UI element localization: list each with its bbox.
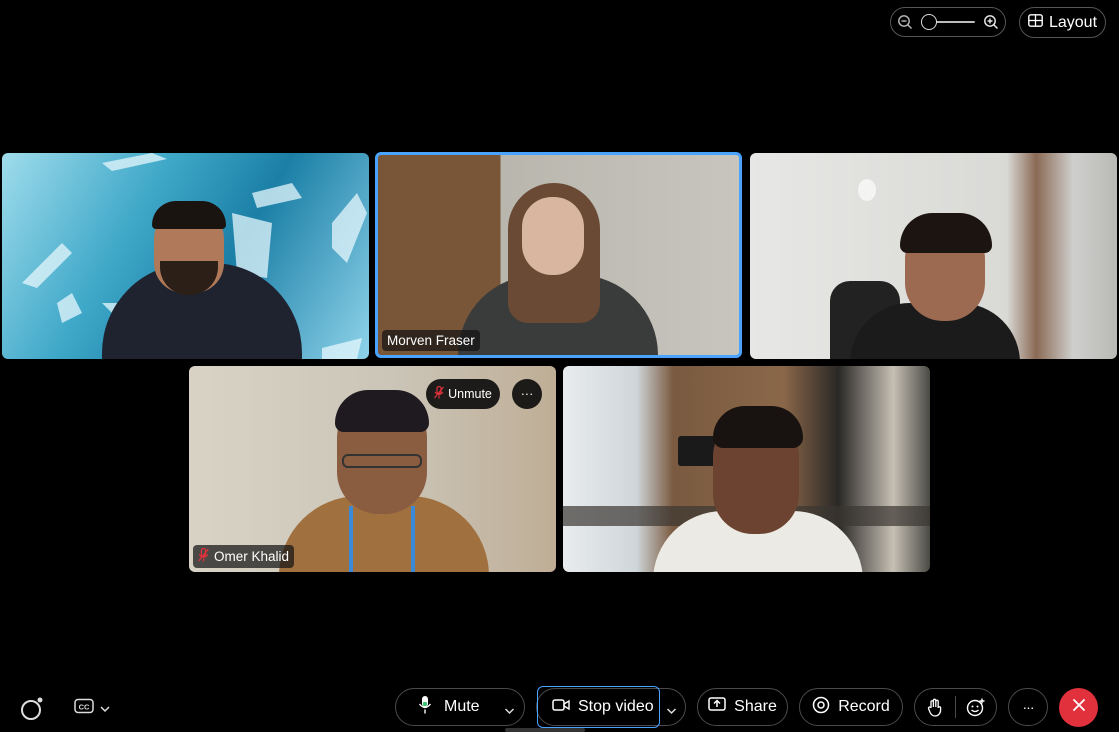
zoom-control[interactable]: [890, 7, 1006, 37]
participant-name: Omer Khalid: [214, 549, 290, 564]
svg-text:CC: CC: [79, 703, 90, 712]
video-tile-4[interactable]: Unmute ··· Omer Khalid: [189, 366, 556, 572]
mute-label: Mute: [444, 698, 480, 715]
mic-off-icon: [198, 547, 209, 565]
close-icon: [1072, 698, 1086, 717]
stop-video-label: Stop video: [578, 698, 654, 715]
tile-more-button[interactable]: ···: [512, 379, 542, 409]
participant-name-tag: Omer Khalid: [193, 545, 295, 568]
microphone-icon: [418, 695, 432, 720]
mute-button[interactable]: Mute: [395, 688, 525, 726]
more-options-button[interactable]: ···: [1008, 688, 1048, 726]
chevron-down-icon: [100, 702, 110, 716]
zoom-slider[interactable]: [921, 14, 975, 30]
participant-name: Morven Fraser: [387, 333, 475, 348]
share-label: Share: [734, 698, 777, 715]
emoji-reaction-icon[interactable]: [956, 697, 996, 717]
record-icon: [812, 696, 830, 719]
video-options-chevron-icon[interactable]: [666, 702, 677, 720]
closed-captions-icon: CC: [74, 698, 94, 719]
reactions-group: [914, 688, 997, 726]
video-tile-5[interactable]: [563, 366, 930, 572]
more-icon: ···: [520, 387, 534, 401]
more-icon: ···: [1022, 699, 1035, 715]
assistant-icon[interactable]: [20, 696, 46, 727]
end-call-button[interactable]: [1059, 688, 1098, 727]
video-camera-icon: [552, 698, 570, 717]
unmute-label: Unmute: [448, 387, 492, 401]
layout-label: Layout: [1048, 13, 1098, 31]
unmute-button[interactable]: Unmute: [426, 379, 500, 409]
mute-options-chevron-icon[interactable]: [504, 702, 515, 720]
scroll-indicator: [505, 728, 585, 732]
share-screen-icon: [708, 697, 726, 717]
layout-button[interactable]: Layout: [1019, 7, 1106, 38]
grid-icon: [1028, 13, 1043, 32]
raise-hand-icon[interactable]: [915, 698, 955, 717]
video-tile-2[interactable]: Morven Fraser: [375, 152, 742, 358]
record-button[interactable]: Record: [799, 688, 903, 726]
share-button[interactable]: Share: [697, 688, 788, 726]
video-tile-1[interactable]: [2, 153, 369, 359]
stop-video-button[interactable]: Stop video: [537, 686, 660, 728]
mic-off-icon: [434, 385, 445, 402]
zoom-slider-handle[interactable]: [921, 14, 937, 30]
video-tile-3[interactable]: [750, 153, 1117, 359]
captions-button[interactable]: CC: [74, 698, 110, 719]
zoom-in-icon[interactable]: [983, 14, 999, 30]
record-label: Record: [838, 698, 890, 715]
participant-name-tag: Morven Fraser: [382, 330, 480, 351]
zoom-out-icon[interactable]: [897, 14, 913, 30]
meeting-window: Layout Morven Fraser Unmute ··· Omer Kha…: [0, 0, 1119, 732]
